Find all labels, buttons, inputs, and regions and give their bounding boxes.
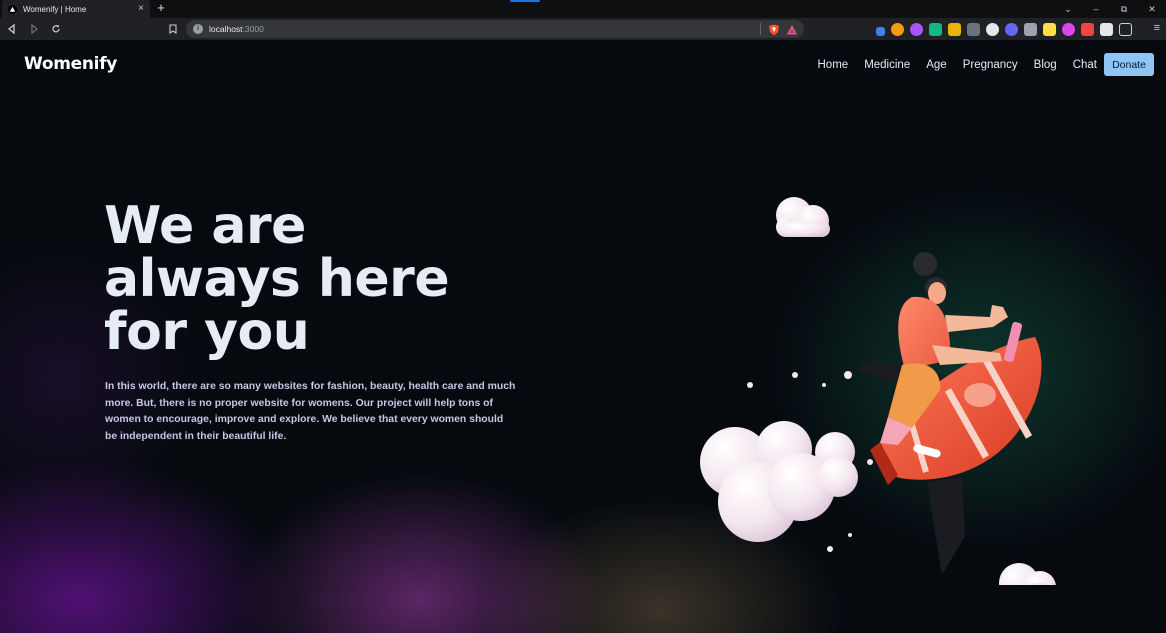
extension-icon[interactable]	[876, 27, 885, 36]
tab-title: Womenify | Home	[23, 4, 87, 14]
browser-toolbar: i localhost:3000 ≡	[0, 18, 1166, 40]
extensions-bar	[876, 22, 1132, 36]
back-icon	[7, 24, 15, 34]
nav-chat[interactable]: Chat	[1073, 59, 1097, 71]
tab-close-icon[interactable]: ×	[138, 4, 144, 14]
extension-icon[interactable]	[1081, 22, 1094, 36]
cloud-bottom	[999, 563, 1056, 585]
extension-icon[interactable]	[910, 22, 923, 36]
brand-logo[interactable]: Womenify	[24, 54, 117, 74]
reload-icon	[52, 25, 60, 33]
hero-title: We are always here for you	[104, 196, 450, 362]
nav-home[interactable]: Home	[818, 59, 849, 71]
forward-icon	[31, 24, 39, 34]
hero-description: In this world, there are so many website…	[105, 381, 516, 442]
browser-tabstrip: Womenify | Home × + ⌄ – ⧉ ✕	[0, 0, 1166, 18]
site-info-icon[interactable]: i	[193, 24, 203, 34]
address-bar[interactable]: i localhost:3000	[186, 20, 804, 38]
omnibox-divider	[760, 23, 761, 35]
extension-icon[interactable]	[1043, 22, 1056, 36]
reload-button[interactable]	[46, 19, 66, 39]
nav-pregnancy[interactable]: Pregnancy	[963, 59, 1018, 71]
menu-icon[interactable]: ≡	[1154, 22, 1160, 35]
restore-button[interactable]: ⧉	[1110, 4, 1138, 15]
tab-indicator	[510, 0, 540, 2]
url-port: :3000	[242, 24, 264, 34]
extension-icon[interactable]	[891, 22, 904, 36]
hero-title-line: for you	[104, 302, 310, 362]
extension-icon[interactable]	[929, 22, 942, 36]
back-button[interactable]	[2, 19, 22, 39]
page-content: Womenify Home Medicine Age Pregnancy Blo…	[0, 40, 1166, 633]
nav-age[interactable]: Age	[926, 59, 946, 71]
hero-title-line: We are	[104, 196, 306, 256]
extension-icon[interactable]	[967, 22, 980, 36]
hero-title-line: always here	[104, 249, 450, 309]
minimize-button[interactable]: –	[1082, 4, 1110, 14]
extension-icon[interactable]	[948, 22, 961, 36]
forward-button[interactable]	[24, 19, 44, 39]
tab-search-icon[interactable]: ⌄	[1054, 4, 1082, 15]
brave-shield-icon[interactable]	[768, 23, 780, 36]
donate-button[interactable]: Donate	[1104, 53, 1154, 76]
puzzle-icon[interactable]	[1100, 22, 1113, 36]
close-window-button[interactable]: ✕	[1138, 4, 1166, 15]
wallet-icon[interactable]	[1119, 22, 1132, 36]
triangle-favicon-icon	[8, 4, 17, 14]
url-host: localhost	[209, 24, 243, 34]
new-tab-button[interactable]: +	[154, 1, 168, 15]
smoke-cloud	[700, 371, 873, 552]
window-controls: ⌄ – ⧉ ✕	[1054, 0, 1166, 18]
extension-icon[interactable]	[1024, 22, 1037, 36]
bookmark-icon[interactable]	[166, 21, 180, 37]
extension-icon[interactable]	[1005, 22, 1018, 36]
cloud-top	[776, 197, 830, 237]
browser-tab[interactable]: Womenify | Home ×	[2, 0, 150, 18]
extension-icon[interactable]	[986, 22, 999, 36]
main-nav: Home Medicine Age Pregnancy Blog Chat Do…	[818, 53, 1154, 76]
extension-icon[interactable]	[1062, 22, 1075, 36]
rocket-woman-illustration	[700, 197, 1056, 585]
nav-blog[interactable]: Blog	[1034, 59, 1057, 71]
brave-rewards-icon[interactable]	[786, 23, 798, 35]
nav-medicine[interactable]: Medicine	[864, 59, 910, 71]
